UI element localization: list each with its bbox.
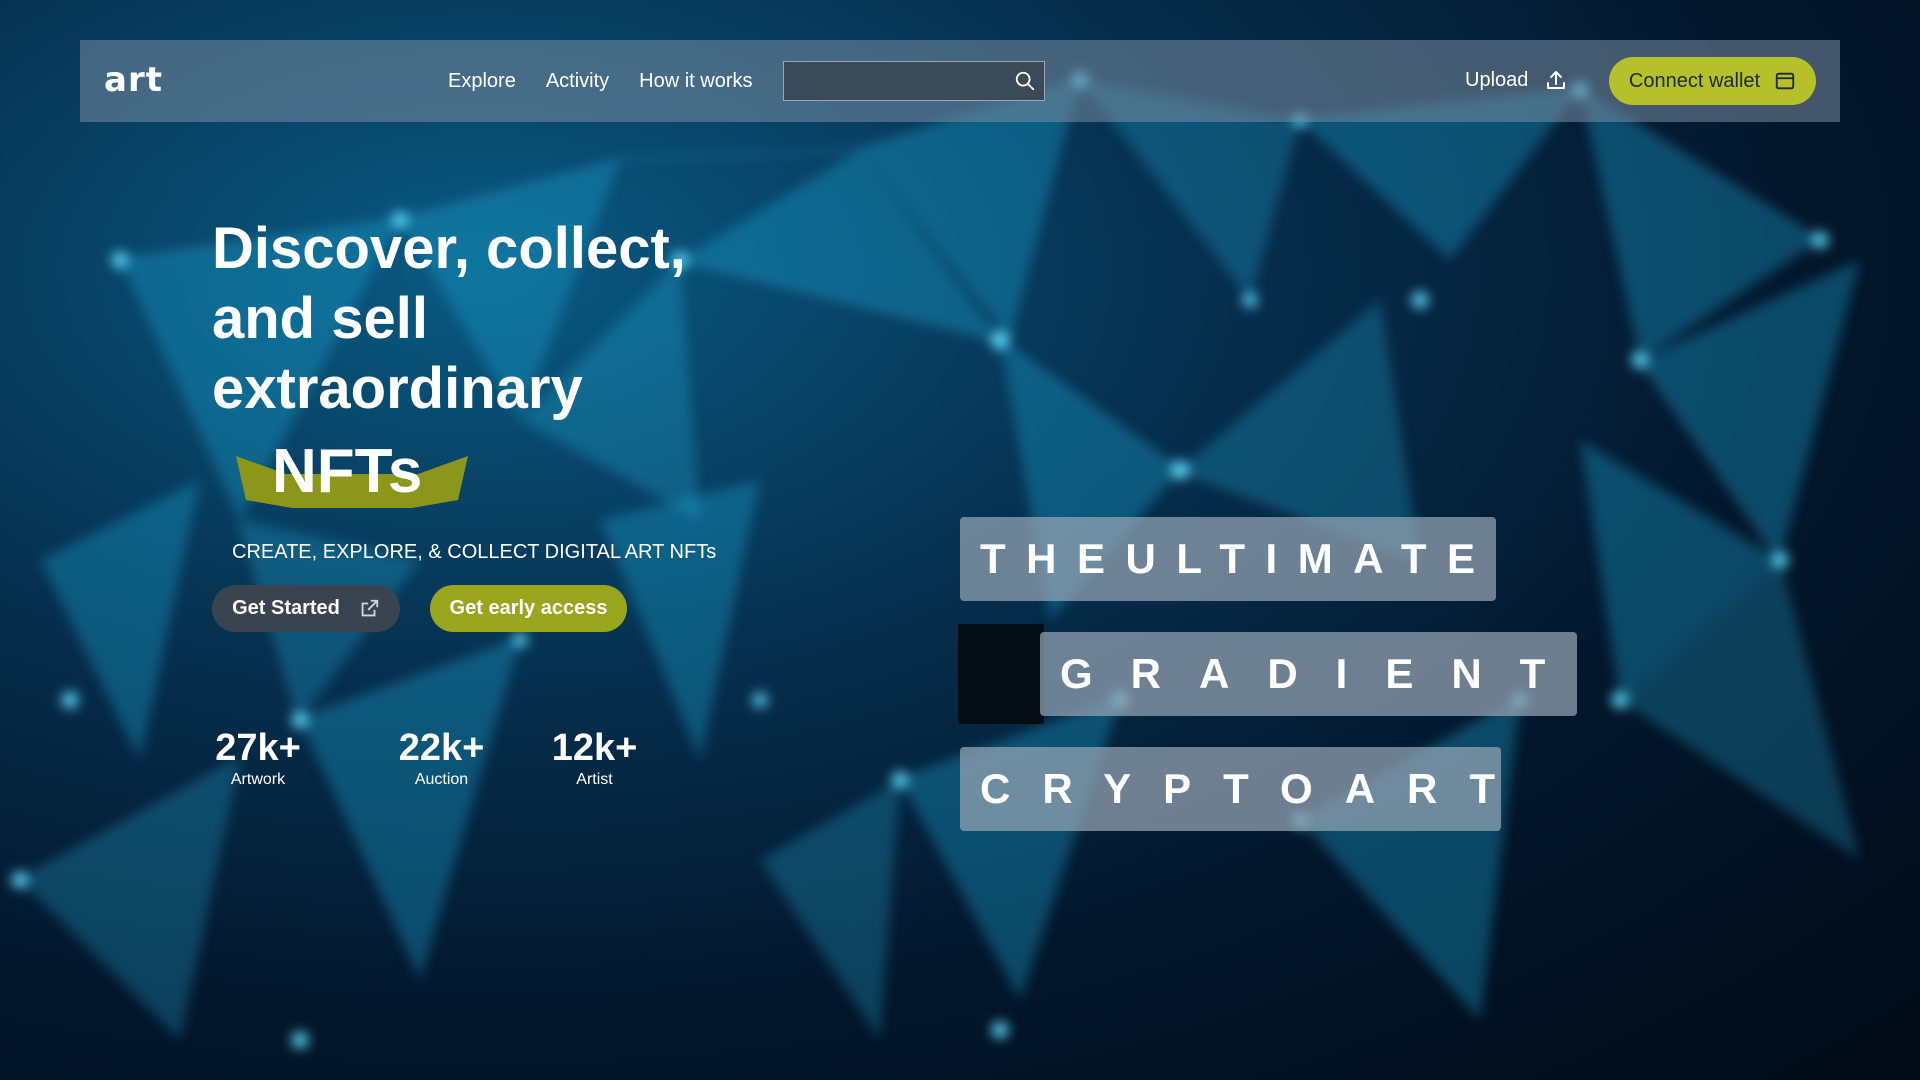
stat-label: Artist [576,771,613,788]
stats: 27k+ Artwork 22k+ Auction 12k+ Artist [212,726,671,790]
panel-text: GRADIENT [1060,650,1584,697]
upload-button[interactable]: Upload [1465,68,1568,92]
external-link-icon [361,599,379,616]
get-early-access-label: Get early access [449,597,608,619]
nfts-text: NFTs [272,437,423,506]
stat-value: 27k+ [215,727,301,769]
panel-text: THEULTIMATE [980,535,1496,582]
nav-link-explore[interactable]: Explore [448,70,516,93]
get-started-label: Get Started [232,597,340,619]
upload-label: Upload [1465,68,1529,91]
stat-label: Artwork [230,771,286,788]
connect-wallet-button[interactable]: Connect wallet [1609,57,1816,105]
stat-label: Auction [414,771,469,788]
nav-links: Explore Activity How it works [448,70,753,93]
get-early-access-button[interactable]: Get early access [430,585,627,632]
nav-link-activity[interactable]: Activity [546,70,609,93]
stat-value: 22k+ [398,727,485,769]
hero-title: Discover, collect, and sell extraordinar… [212,216,686,421]
logo[interactable]: art [104,60,163,100]
search-box [783,61,1045,101]
connect-wallet-label: Connect wallet [1628,69,1761,92]
upload-icon [1547,71,1566,89]
stat-artwork: 27k+ Artwork [212,726,304,790]
panel-the-ultimate: THEULTIMATE [960,517,1496,601]
panel-shadow [958,624,1044,724]
panel-text: CRYPTOART [980,765,1528,812]
nfts-highlight: NFTs [236,436,468,516]
get-started-button[interactable]: Get Started [212,585,400,632]
stat-artist: 12k+ Artist [518,726,671,790]
wallet-icon [1775,72,1795,90]
panel-gradient: GRADIENT [1040,632,1577,716]
stat-value: 12k+ [551,727,638,769]
search-input[interactable] [784,62,1011,100]
panel-crypto-art: CRYPTOART [960,747,1501,831]
stat-auction: 22k+ Auction [365,726,518,790]
search-icon[interactable] [1014,70,1036,92]
navbar: art Explore Activity How it works Upload… [80,40,1840,122]
nav-link-how-it-works[interactable]: How it works [639,70,752,93]
hero-subtitle: CREATE, EXPLORE, & COLLECT DIGITAL ART N… [232,541,717,563]
landing-page: art Explore Activity How it works Upload… [0,0,1920,1080]
